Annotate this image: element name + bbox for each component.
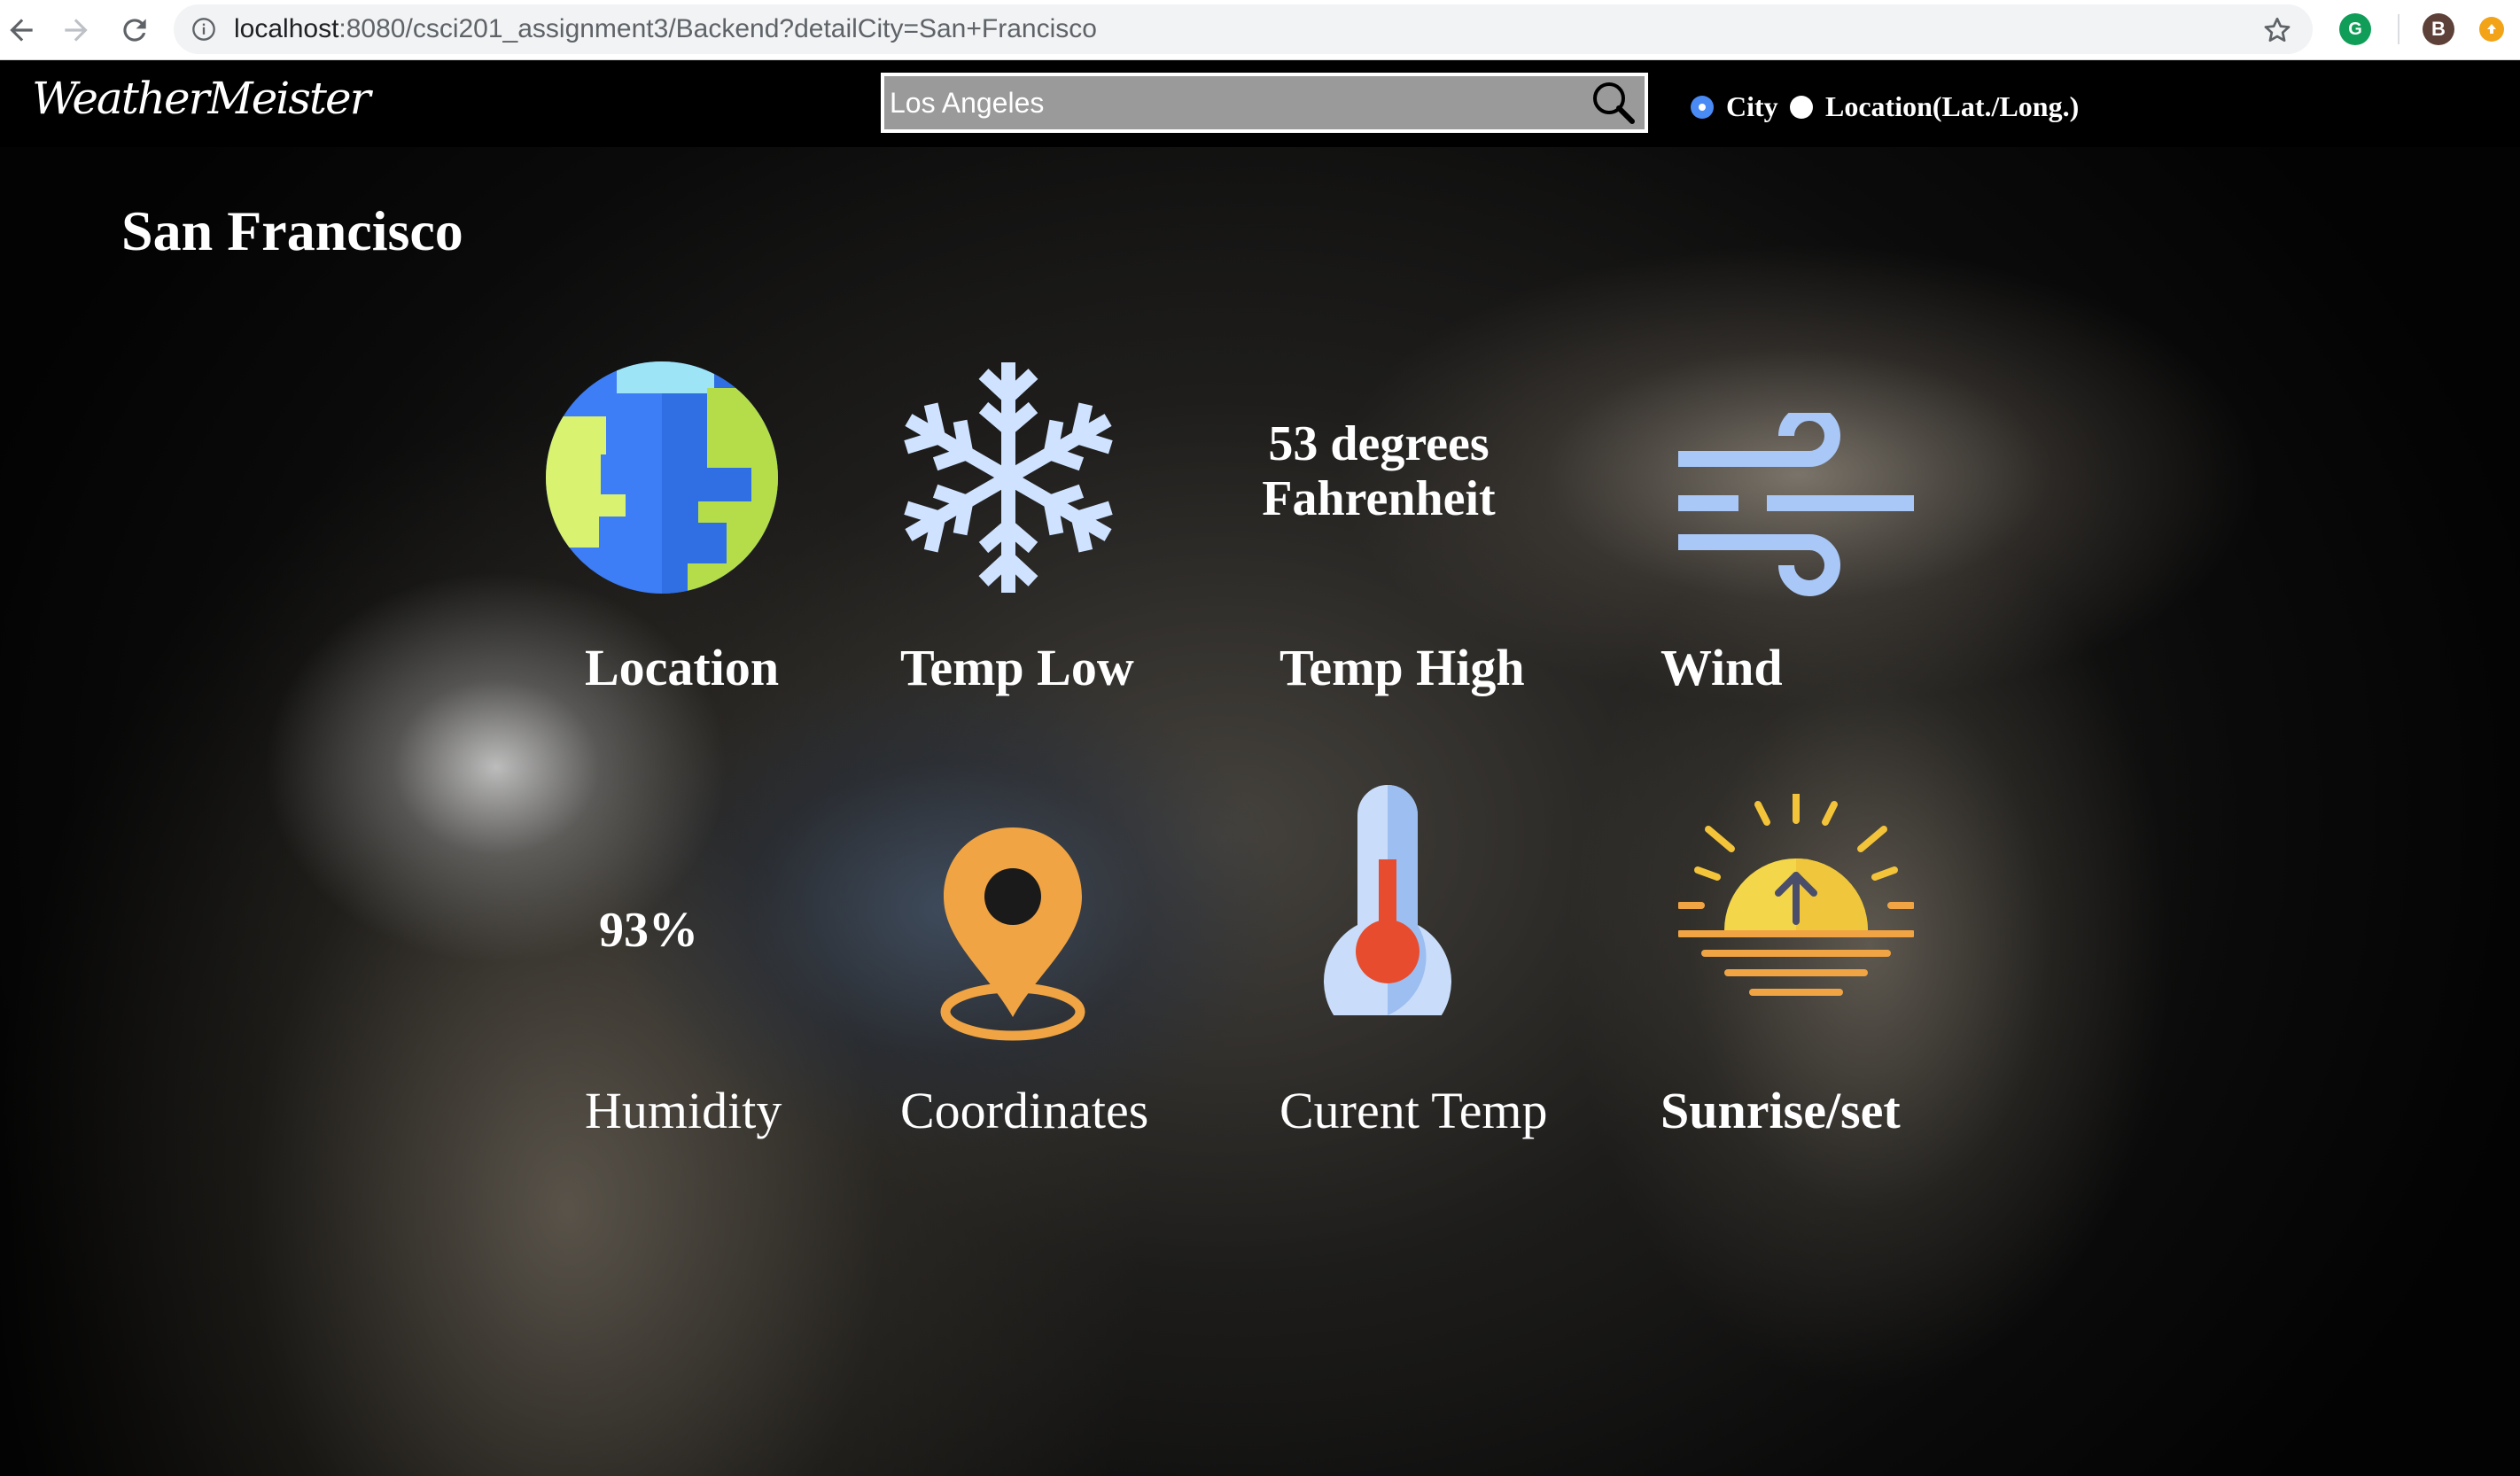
- grammarly-extension-icon[interactable]: G: [2339, 13, 2371, 45]
- tile-label-location: Location: [585, 639, 780, 696]
- address-bar[interactable]: localhost:8080/csci201_assignment3/Backe…: [174, 4, 2313, 54]
- url-path: :8080/csci201_assignment3/Backend?detail…: [338, 14, 1097, 43]
- radio-city-option[interactable]: City: [1691, 90, 1778, 123]
- magnifier-icon: [1593, 82, 1635, 124]
- up-arrow-icon: [2487, 24, 2496, 34]
- snowflake-icon[interactable]: [902, 358, 1115, 597]
- extension-letter: G: [2348, 19, 2362, 39]
- url-host: localhost: [234, 14, 339, 43]
- radio-location-button[interactable]: [1790, 95, 1813, 119]
- profile-initial: B: [2431, 18, 2446, 40]
- reload-icon: [123, 19, 146, 42]
- tile-label-current-temp: Curent Temp: [1279, 1082, 1548, 1139]
- update-icon[interactable]: [2479, 17, 2504, 42]
- url-text[interactable]: localhost:8080/csci201_assignment3/Backe…: [234, 4, 1097, 54]
- weather-detail-area: San Francisco Location Temp Low 53 degre…: [0, 147, 2520, 1476]
- forward-button[interactable]: [50, 4, 103, 57]
- radio-city-label: City: [1726, 90, 1778, 122]
- wind-icon[interactable]: [1678, 413, 1914, 599]
- site-info-icon[interactable]: [191, 17, 216, 42]
- radio-city-button[interactable]: [1691, 95, 1714, 119]
- toolbar-divider: [2398, 14, 2399, 44]
- map-pin-icon[interactable]: [939, 827, 1086, 1042]
- tile-label-wind: Wind: [1661, 639, 1783, 696]
- search-box: [881, 73, 1648, 133]
- browser-toolbar: localhost:8080/csci201_assignment3/Backe…: [0, 0, 2520, 60]
- radio-location-option[interactable]: Location(Lat./Long.): [1790, 90, 2079, 123]
- humidity-value: 93%: [599, 903, 698, 958]
- radio-location-label: Location(Lat./Long.): [1825, 90, 2080, 122]
- sunrise-icon[interactable]: [1678, 794, 1914, 1003]
- tile-label-temp-low: Temp Low: [900, 639, 1134, 696]
- forward-arrow-icon: [65, 19, 88, 42]
- site-header: WeatherMeister City Location(Lat./Long.): [0, 60, 2520, 147]
- temp-high-value: 53 degrees Fahrenheit: [1202, 416, 1556, 526]
- tile-label-temp-high: Temp High: [1279, 639, 1525, 696]
- tile-label-coordinates: Coordinates: [900, 1082, 1149, 1139]
- reload-button[interactable]: [108, 4, 161, 57]
- search-button[interactable]: [1588, 79, 1639, 127]
- back-arrow-icon: [10, 19, 33, 42]
- tile-label-humidity: Humidity: [585, 1082, 782, 1139]
- globe-icon[interactable]: [546, 361, 778, 594]
- temp-high-number: 53 degrees: [1268, 416, 1489, 471]
- thermometer-icon[interactable]: [1324, 783, 1451, 1015]
- temp-high-unit: Fahrenheit: [1262, 471, 1496, 526]
- bookmark-star-icon[interactable]: [2261, 14, 2293, 46]
- site-logo[interactable]: WeatherMeister: [32, 73, 371, 124]
- city-search-input[interactable]: [884, 76, 1584, 129]
- back-button[interactable]: [0, 4, 48, 57]
- profile-avatar[interactable]: B: [2423, 13, 2454, 45]
- tile-label-sunrise-set: Sunrise/set: [1661, 1082, 1901, 1139]
- city-title: San Francisco: [121, 199, 463, 262]
